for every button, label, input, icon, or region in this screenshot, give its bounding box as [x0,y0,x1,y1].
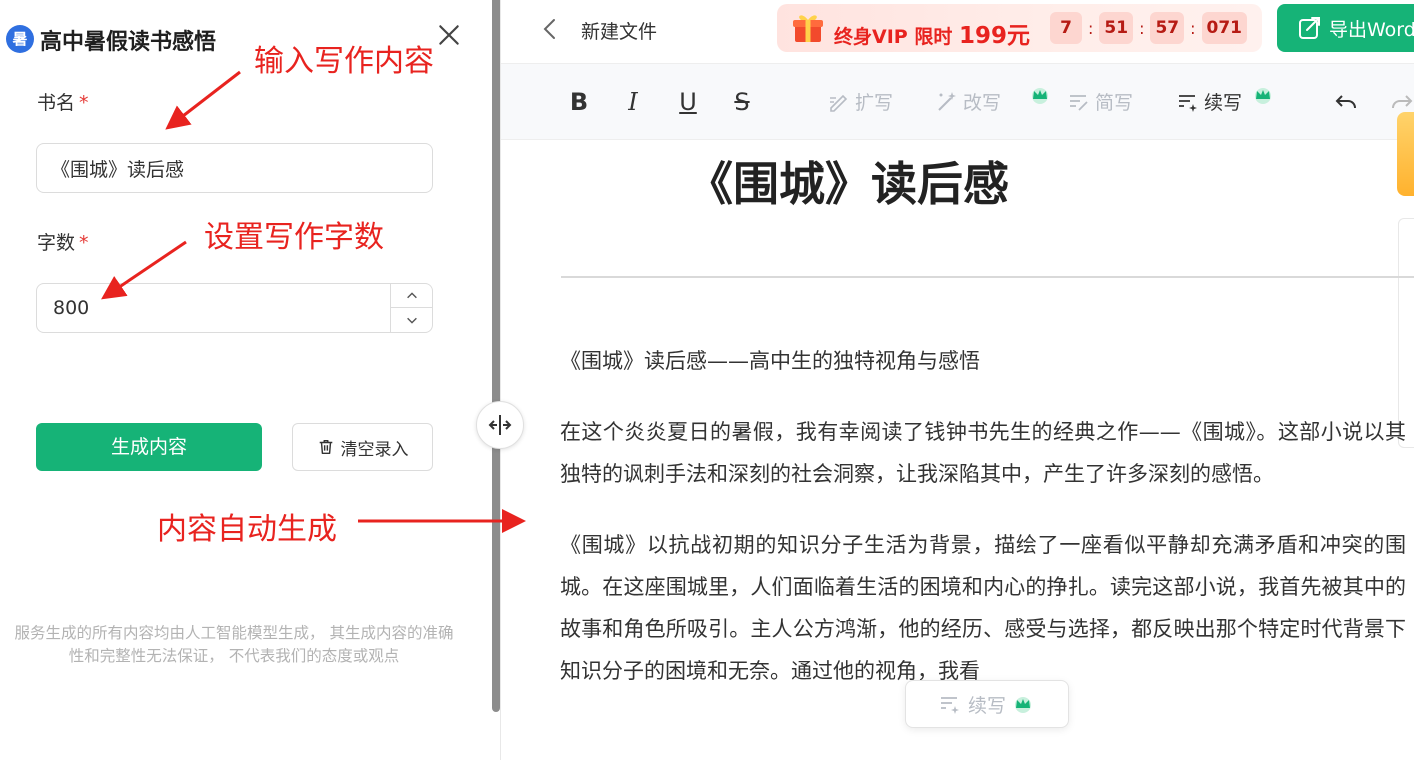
export-word-label: 导出Word [1329,18,1414,41]
rewrite-button[interactable]: 改写 [935,88,1001,115]
clear-input-button[interactable]: 清空录入 [292,423,433,471]
vip-price: 199元 [958,23,1030,49]
vip-promo-banner[interactable]: 终身VIP 限时 199元 7 : 51 : 57 : 071 [777,4,1262,52]
timer-milliseconds: 071 [1201,12,1248,44]
document-title[interactable]: 《围城》读后感 [687,148,1009,214]
document-paragraph[interactable]: 《围城》读后感——高中生的独特视角与感悟 [560,340,1406,382]
floating-continue-button[interactable]: 续写 [905,680,1069,728]
floating-continue-label: 续写 [968,694,1007,717]
crown-icon [1015,697,1032,713]
word-count-input[interactable] [37,284,391,332]
panel-title: 高中暑假读书感悟 [40,30,217,55]
back-icon[interactable] [539,16,561,42]
continue-icon [941,697,959,714]
close-button[interactable] [436,22,462,48]
stepper-controls [390,284,432,332]
bold-button[interactable]: B [564,88,594,116]
simplify-label: 简写 [1095,92,1134,114]
countdown-timer: 7 : 51 : 57 : 071 [1050,12,1248,44]
editor-topbar: 新建文件 终身VIP 限时 199元 7 : 51 : 57: 071 导出W… [501,0,1414,64]
vip-offer-text: 终身VIP 限时 199元 [834,16,1030,50]
simplify-icon [1070,94,1088,111]
rewrite-label: 改写 [963,92,1002,114]
crown-icon [1032,88,1048,104]
timer-hours: 7 [1050,12,1082,44]
italic-button[interactable]: I [618,88,648,116]
word-count-stepper [36,283,433,333]
app-logo-icon: 暑 [6,25,34,53]
document-paragraph[interactable]: 《围城》以抗战初期的知识分子生活为背景，描绘了一座看似平静却充满矛盾和冲突的围城… [560,524,1406,692]
panel-divider[interactable] [492,0,500,712]
trash-icon [319,439,332,455]
redo-icon[interactable] [1389,92,1414,114]
annotation-count: 设置写作字数 [204,220,384,255]
book-name-input[interactable] [36,143,433,193]
crown-icon [1255,88,1271,104]
required-mark: * [79,92,89,114]
annotation-auto: 内容自动生成 [157,512,337,547]
vip-offer-label: 终身VIP 限时 [834,26,953,48]
chevron-up-icon [406,291,417,298]
app-root: 暑 高中暑假读书感悟 书名* 字数* 生成内容 清空录入 [0,0,1414,760]
decrement-button[interactable] [391,308,432,332]
export-word-button[interactable]: 导出Word [1277,4,1414,52]
export-icon [1299,17,1320,39]
timer-seconds: 57 [1150,12,1185,44]
gift-icon [793,15,823,42]
annotation-input: 输入写作内容 [254,44,434,79]
writing-panel: 暑 高中暑假读书感悟 书名* 字数* 生成内容 清空录入 [0,0,492,760]
underline-button[interactable]: U [673,88,703,116]
document-paragraph[interactable]: 在这个炎炎夏日的暑假，我有幸阅读了钱钟书先生的经典之作——《围城》。这部小说以其… [560,411,1406,495]
continue-label: 续写 [1204,92,1243,114]
word-count-label-text: 字数 [37,232,76,254]
file-name: 新建文件 [581,21,658,43]
increment-button[interactable] [391,284,432,308]
simplify-button[interactable]: 简写 [1067,88,1133,115]
title-divider [561,276,1414,278]
required-mark: * [79,232,89,254]
expand-label: 扩写 [855,92,894,114]
word-count-label: 字数 * [37,228,89,255]
editor: 新建文件 终身VIP 限时 199元 7 : 51 : 57: 071 导出W… [501,0,1414,760]
magic-wand-icon [938,91,956,111]
continue-button[interactable]: 续写 [1176,88,1242,115]
timer-minutes: 51 [1099,12,1134,44]
close-icon [439,25,459,45]
document-body[interactable]: 《围城》读后感——高中生的独特视角与感悟 在这个炎炎夏日的暑假，我有幸阅读了钱钟… [560,340,1406,721]
disclaimer-text: 服务生成的所有内容均由人工智能模型生成， 其生成内容的准确性和完整性无法保证， … [14,624,454,665]
side-promo-tab[interactable] [1397,112,1414,196]
chevron-down-icon [406,317,417,324]
book-name-label: 书名 * [37,88,89,115]
timer-separator: : [1190,18,1196,38]
timer-separator: : [1088,18,1094,38]
undo-icon[interactable] [1333,92,1359,114]
strikethrough-button[interactable]: S [727,88,757,116]
format-toolbar: B I U S 扩写 改写 简写 续写 [501,64,1414,140]
resize-handle[interactable] [476,401,524,449]
expand-icon [830,94,848,112]
generate-button[interactable]: 生成内容 [36,423,262,471]
expand-button[interactable]: 扩写 [827,88,893,115]
resize-arrows-icon [488,415,512,435]
continue-icon [1179,94,1197,112]
clear-input-label: 清空录入 [340,439,409,460]
timer-separator: : [1139,18,1145,38]
book-name-label-text: 书名 [37,92,76,114]
